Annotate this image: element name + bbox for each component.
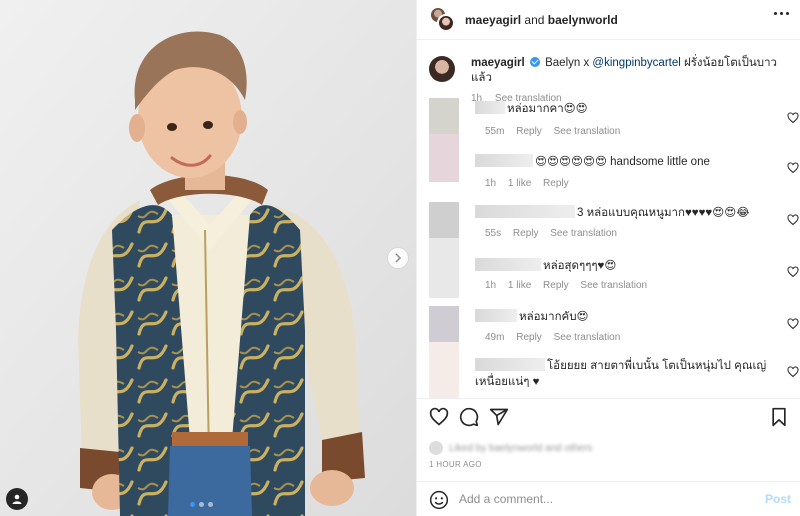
comment-time: 55m	[485, 126, 505, 137]
avatar[interactable]	[429, 238, 459, 298]
comment-username[interactable]	[475, 101, 505, 114]
post-time: 1 HOUR AGO	[429, 460, 482, 469]
post-dialog: maeyagirl and baelynworld maeyagirl Bael…	[0, 0, 800, 516]
reply-link[interactable]: Reply	[513, 228, 539, 239]
avatar[interactable]	[429, 342, 459, 398]
see-translation-link[interactable]: See translation	[550, 228, 617, 239]
comment-composer: Post	[417, 481, 800, 516]
comment-username[interactable]	[475, 309, 517, 322]
post-photo[interactable]	[0, 0, 416, 516]
caption-mention-link[interactable]: @kingpinbycartel	[592, 57, 680, 69]
comment-text: หล่อสุดๆๆๆ♥😍	[543, 260, 617, 272]
collab-avatars[interactable]	[429, 6, 457, 34]
heart-icon[interactable]	[787, 366, 799, 378]
share-icon[interactable]	[489, 407, 509, 427]
post-header: maeyagirl and baelynworld	[417, 0, 800, 40]
avatar	[437, 14, 455, 32]
liked-by-text: Liked by baelynworld and others	[449, 442, 593, 454]
comments-list[interactable]: หล่อมากคา😍😍 55m Reply See translation 😍😍…	[429, 98, 799, 398]
comment-username[interactable]	[475, 358, 545, 371]
add-comment-input[interactable]	[459, 492, 749, 506]
comment-time: 1h	[485, 280, 497, 291]
post-actions: Liked by baelynworld and others 1 HOUR A…	[417, 398, 800, 516]
user-tag-icon	[12, 494, 22, 504]
heart-icon[interactable]	[787, 266, 799, 278]
liked-by[interactable]: Liked by baelynworld and others	[429, 441, 592, 455]
comment-username[interactable]	[475, 258, 541, 271]
photo-illustration	[0, 0, 416, 516]
see-translation-link[interactable]: See translation	[554, 126, 621, 137]
reply-link[interactable]: Reply	[516, 126, 542, 137]
more-options-icon[interactable]	[774, 12, 789, 15]
like-heart-icon[interactable]	[429, 407, 449, 427]
comment-username[interactable]	[475, 205, 575, 218]
emoji-icon[interactable]	[429, 490, 449, 510]
reply-link[interactable]: Reply	[516, 332, 542, 343]
comment-text: 3 หล่อแบบคุณหนูมาก♥♥♥♥😍😍😂	[577, 207, 750, 219]
see-translation-link[interactable]: See translation	[580, 280, 647, 291]
comment-time: 55s	[485, 228, 502, 239]
carousel-dots	[190, 502, 213, 507]
avatar[interactable]	[429, 202, 459, 238]
post-authors: maeyagirl and baelynworld	[465, 13, 618, 27]
authors-joiner: and	[524, 13, 545, 27]
collaborator-link[interactable]: baelynworld	[548, 13, 618, 27]
carousel-dot	[208, 502, 213, 507]
post-comment-button[interactable]: Post	[765, 492, 791, 506]
post-side-panel: maeyagirl and baelynworld maeyagirl Bael…	[416, 0, 800, 516]
comment-username[interactable]	[475, 154, 533, 167]
bookmark-icon[interactable]	[769, 407, 789, 427]
see-translation-link[interactable]: See translation	[554, 332, 621, 343]
comment-icon[interactable]	[459, 407, 479, 427]
comment-likes[interactable]: 1 like	[508, 178, 531, 189]
avatar[interactable]	[429, 134, 459, 182]
heart-icon[interactable]	[787, 112, 799, 124]
avatar[interactable]	[429, 306, 459, 342]
reply-link[interactable]: Reply	[543, 280, 569, 291]
heart-icon[interactable]	[787, 214, 799, 226]
chevron-right-icon	[395, 253, 402, 263]
comment-text: 😍😍😍😍😍😍 handsome little one	[535, 156, 710, 168]
reply-link[interactable]: Reply	[543, 178, 569, 189]
comment-likes[interactable]: 1 like	[508, 280, 531, 291]
carousel-dot	[199, 502, 204, 507]
heart-icon[interactable]	[787, 318, 799, 330]
avatar	[429, 441, 443, 455]
heart-icon[interactable]	[787, 162, 799, 174]
comment-time: 1h	[485, 178, 497, 189]
caption-text: Baelyn x	[545, 57, 590, 69]
author-link[interactable]: maeyagirl	[465, 13, 521, 27]
avatar[interactable]	[429, 56, 455, 82]
caption-author[interactable]: maeyagirl	[471, 57, 525, 69]
carousel-dot	[190, 502, 195, 507]
verified-badge-icon	[529, 57, 540, 67]
comment-time: 49m	[485, 332, 505, 343]
tagged-users-button[interactable]	[6, 488, 28, 510]
carousel-next-button[interactable]	[387, 247, 409, 269]
comment-text: หล่อมากคับ😍	[519, 311, 589, 323]
comment-text: หล่อมากคา😍😍	[507, 103, 588, 115]
